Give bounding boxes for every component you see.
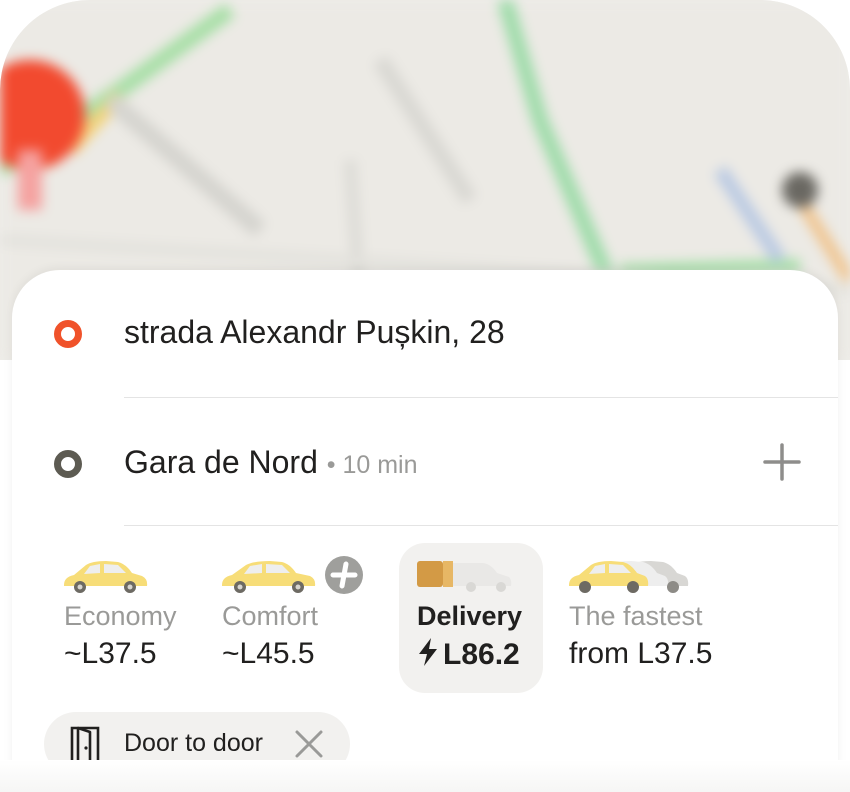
- tariff-name: Comfort: [222, 601, 319, 631]
- tariff-selector: Economy ~L37.5 Comfort ~L45.5 Delivery L…: [12, 540, 838, 700]
- tariff-fastest[interactable]: The fastest from L37.5: [551, 543, 751, 693]
- plus-badge-icon: [325, 556, 363, 594]
- origin-row[interactable]: strada Alexandr Pușkin, 28: [12, 270, 838, 398]
- ride-order-screen: strada Alexandr Pușkin, 28 Gara de Nord …: [0, 0, 850, 792]
- destination-text: Gara de Nord • 10 min: [124, 444, 418, 481]
- tariff-delivery[interactable]: Delivery L86.2: [399, 543, 543, 693]
- order-sheet: strada Alexandr Pușkin, 28 Gara de Nord …: [12, 270, 838, 792]
- economy-car-icon: [64, 561, 148, 593]
- tariff-price: from L37.5: [569, 637, 713, 670]
- door-to-door-label: Door to door: [124, 729, 263, 757]
- close-icon: [295, 730, 323, 758]
- eta-separator: •: [326, 451, 343, 479]
- divider: [124, 397, 838, 398]
- delivery-van-icon: [417, 561, 512, 592]
- divider: [124, 525, 838, 526]
- tariff-name: The fastest: [569, 601, 703, 631]
- add-stop-button[interactable]: [762, 442, 802, 482]
- destination-eta: 10 min: [342, 451, 418, 479]
- lightning-icon: [419, 638, 437, 666]
- tariff-price: ~L37.5: [64, 637, 157, 670]
- tariff-name: Delivery: [417, 601, 523, 631]
- remove-option-button[interactable]: [294, 729, 324, 764]
- comfort-car-icon: [222, 561, 316, 593]
- tariff-economy[interactable]: Economy ~L37.5: [46, 543, 196, 693]
- destination-row[interactable]: Gara de Nord • 10 min: [12, 400, 838, 528]
- plus-icon: [763, 443, 801, 481]
- tariff-price-wrap: L86.2: [417, 637, 520, 672]
- tariff-price: L86.2: [443, 638, 520, 671]
- tariff-comfort[interactable]: Comfort ~L45.5: [204, 543, 382, 693]
- origin-point-icon: [54, 320, 82, 348]
- tariff-name: Economy: [64, 601, 177, 631]
- fastest-cars-icon: [569, 561, 689, 593]
- origin-address: strada Alexandr Pușkin, 28: [124, 314, 505, 350]
- destination-point-icon: [54, 450, 82, 478]
- bottom-fade: [0, 760, 850, 792]
- tariff-price: ~L45.5: [222, 637, 315, 670]
- destination-address: Gara de Nord: [124, 444, 318, 480]
